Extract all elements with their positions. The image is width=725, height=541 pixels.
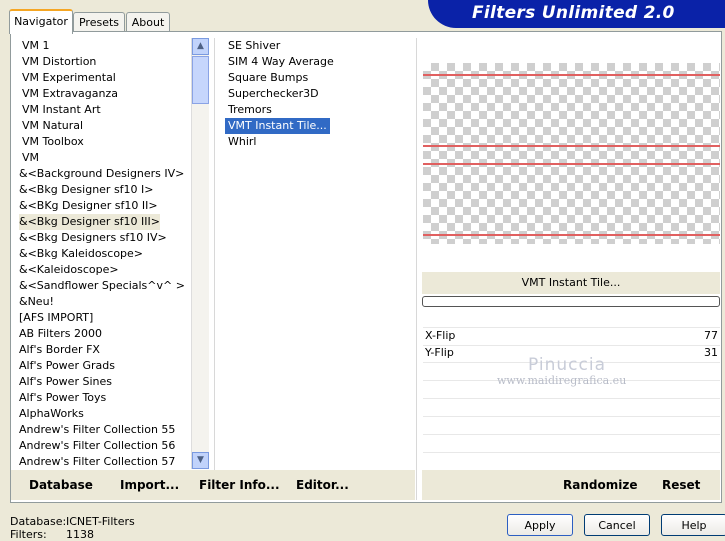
param-value: 31	[704, 346, 718, 359]
category-item[interactable]: VM Instant Art	[22, 102, 101, 118]
category-item[interactable]: &<BKg Designer sf10 II>	[19, 198, 158, 214]
filter-info-button[interactable]: Filter Info...	[199, 478, 280, 492]
category-item[interactable]: AlphaWorks	[19, 406, 84, 422]
watermark-title: Pinuccia	[528, 355, 606, 375]
database-button[interactable]: Database	[29, 478, 93, 492]
progress-bar	[422, 296, 720, 307]
scroll-up-arrow-icon[interactable]: ▲	[192, 38, 209, 55]
preview-line	[423, 145, 720, 147]
param-label: X-Flip	[425, 329, 456, 342]
category-item[interactable]: &<Bkg Designer sf10 I>	[19, 182, 154, 198]
category-item[interactable]: [AFS IMPORT]	[19, 310, 93, 326]
category-item[interactable]: &<Background Designers IV>	[19, 166, 184, 182]
filter-item[interactable]: Superchecker3D	[228, 86, 319, 102]
status-database-label: Database:	[10, 515, 67, 528]
tab-navigator[interactable]: Navigator	[9, 9, 73, 34]
category-item[interactable]: &<Sandflower Specials^v^ >	[19, 278, 185, 294]
help-button[interactable]: Help	[661, 514, 725, 536]
param-row-x-flip[interactable]: X-Flip 77	[423, 327, 720, 346]
status-filters-value: 1138	[66, 528, 94, 541]
category-item[interactable]: AB Filters 2000	[19, 326, 102, 342]
tab-presets[interactable]: Presets	[73, 12, 125, 32]
scroll-down-arrow-icon[interactable]: ▼	[192, 452, 209, 469]
status-filters-label: Filters:	[10, 528, 47, 541]
param-value: 77	[704, 329, 718, 342]
category-item[interactable]: VM Experimental	[22, 70, 116, 86]
filter-item[interactable]: Tremors	[228, 102, 272, 118]
reset-button[interactable]: Reset	[662, 478, 700, 492]
filter-item[interactable]: Whirl	[228, 134, 256, 150]
param-row-empty	[423, 435, 720, 453]
randomize-button[interactable]: Randomize	[563, 478, 637, 492]
category-item[interactable]: Alf's Power Sines	[19, 374, 112, 390]
category-item[interactable]: VM Natural	[22, 118, 83, 134]
param-row-empty	[423, 399, 720, 417]
category-item[interactable]: &Neu!	[19, 294, 54, 310]
preview-line	[423, 74, 720, 76]
category-item[interactable]: VM	[22, 150, 39, 166]
category-item[interactable]: &<Bkg Designers sf10 IV>	[19, 230, 167, 246]
category-item[interactable]: &<Bkg Kaleidoscope>	[19, 246, 143, 262]
scroll-thumb[interactable]	[192, 56, 209, 104]
category-item[interactable]: VM Distortion	[22, 54, 96, 70]
watermark-url: www.maidiregrafica.eu	[497, 374, 627, 387]
divider	[214, 38, 215, 470]
filter-item[interactable]: SIM 4 Way Average	[228, 54, 334, 70]
divider	[416, 38, 417, 500]
filter-item[interactable]: SE Shiver	[228, 38, 280, 54]
category-item[interactable]: &<Kaleidoscope>	[19, 262, 119, 278]
preview-line	[423, 163, 720, 165]
category-item[interactable]: Alf's Power Toys	[19, 390, 106, 406]
category-item[interactable]: Alf's Power Grads	[19, 358, 115, 374]
category-item[interactable]: VM Extravaganza	[22, 86, 118, 102]
cancel-button[interactable]: Cancel	[584, 514, 650, 536]
category-item[interactable]: Alf's Border FX	[19, 342, 100, 358]
filter-item[interactable]: VMT Instant Tile...	[225, 118, 330, 134]
status-database-value: ICNET-Filters	[66, 515, 135, 528]
param-label: Y-Flip	[425, 346, 454, 359]
preview-line	[423, 234, 720, 236]
category-item[interactable]: Andrew's Filter Collection 57	[19, 454, 175, 470]
filter-item[interactable]: Square Bumps	[228, 70, 308, 86]
import-button[interactable]: Import...	[120, 478, 179, 492]
category-item[interactable]: Andrew's Filter Collection 55	[19, 422, 175, 438]
tab-about[interactable]: About	[126, 12, 170, 32]
app-title: Filters Unlimited 2.0	[472, 3, 675, 23]
category-item[interactable]: Andrew's Filter Collection 56	[19, 438, 175, 454]
preview-image	[423, 63, 720, 244]
param-row-empty	[423, 453, 720, 471]
category-item[interactable]: VM 1	[22, 38, 50, 54]
category-item[interactable]: &<Bkg Designer sf10 III>	[19, 214, 161, 230]
apply-button[interactable]: Apply	[507, 514, 573, 536]
editor-button[interactable]: Editor...	[296, 478, 349, 492]
category-item[interactable]: VM Toolbox	[22, 134, 84, 150]
param-row-empty	[423, 417, 720, 435]
filter-name-label: VMT Instant Tile...	[521, 276, 621, 289]
category-scrollbar[interactable]: ▲ ▼	[191, 38, 209, 469]
